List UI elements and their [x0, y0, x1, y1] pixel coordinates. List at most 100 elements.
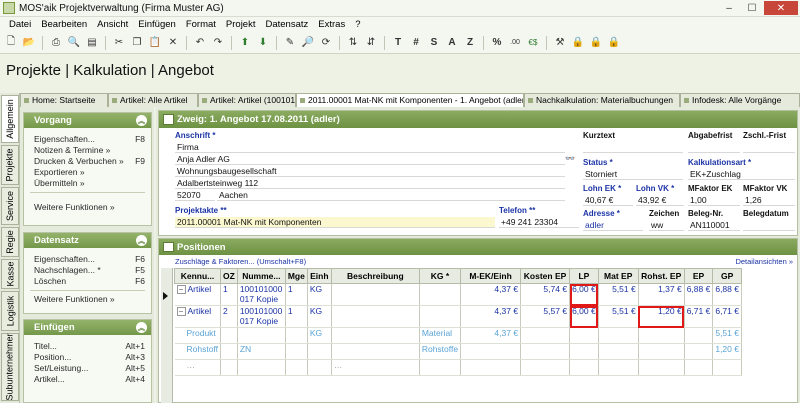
a-button[interactable]: A — [444, 35, 460, 51]
sort-desc-icon[interactable]: ⇵ — [363, 35, 379, 51]
kalkulationsart-field[interactable]: EK+Zuschlag — [688, 169, 795, 180]
cell[interactable]: 1,37 € — [638, 283, 685, 306]
number-button[interactable]: # — [408, 35, 424, 51]
kurztext-field[interactable] — [583, 142, 683, 153]
page-icon[interactable]: ▤ — [84, 35, 100, 51]
col-header[interactable]: Beschreibung — [330, 268, 420, 284]
tab-nachkalkulation[interactable]: Nachkalkulation: Materialbuchungen — [524, 93, 680, 107]
collapse-icon[interactable]: ︽ — [136, 322, 147, 333]
minimize-button[interactable]: – — [718, 1, 740, 15]
lock-blue-icon[interactable]: 🔒 — [570, 35, 586, 51]
sidebar-more-link[interactable]: Weitere Funktionen » — [24, 294, 151, 305]
table-row[interactable]: … … — [174, 359, 742, 376]
cell[interactable]: 4,37 € — [460, 283, 522, 306]
cell[interactable] — [684, 359, 714, 376]
belegnr-field[interactable]: AN110001 — [688, 220, 740, 231]
cell[interactable] — [598, 359, 639, 376]
cell[interactable]: 1 — [220, 283, 238, 306]
cell[interactable] — [638, 359, 685, 376]
cell[interactable]: … — [174, 359, 222, 376]
col-header[interactable]: Kosten EP — [520, 268, 571, 284]
arrow-down-icon[interactable]: ⬇ — [255, 35, 271, 51]
anschrift-line-1[interactable]: Firma — [175, 142, 565, 153]
sidebar-more-link[interactable]: Weitere Funktionen » — [24, 202, 151, 213]
cell-highlighted[interactable]: 6,00 € — [569, 305, 599, 328]
cell[interactable]: 4,37 € — [460, 327, 522, 344]
refresh-icon[interactable]: ⟳ — [318, 35, 334, 51]
cell[interactable]: 1 — [285, 283, 308, 306]
abgabefrist-field[interactable] — [688, 142, 740, 153]
zuschlaege-link[interactable]: Zuschläge & Faktoren... (Umschalt+F8) — [175, 257, 306, 266]
find-icon[interactable]: 🔎 — [300, 35, 316, 51]
sidebar-link[interactable]: Eigenschaften... F6 — [24, 254, 151, 265]
cell-highlighted[interactable]: 1,20 € — [638, 305, 685, 328]
cell[interactable]: 6,71 € — [712, 305, 742, 328]
cell[interactable] — [569, 359, 599, 376]
cell[interactable] — [712, 359, 742, 376]
zschl-frist-field[interactable] — [743, 142, 795, 153]
vtab-allgemein[interactable]: Allgemein — [1, 95, 19, 143]
cell[interactable] — [419, 283, 462, 306]
cell[interactable] — [285, 359, 308, 376]
menu-einfuegen[interactable]: Einfügen — [133, 19, 181, 30]
percent-button[interactable]: % — [489, 35, 505, 51]
collapse-icon[interactable]: ︽ — [136, 115, 147, 126]
cell[interactable] — [684, 343, 714, 360]
belegdatum-field[interactable] — [743, 220, 795, 231]
anschrift-line-3[interactable]: Wohnungsbaugesellschaft — [175, 166, 565, 177]
cell[interactable]: 2 — [220, 305, 238, 328]
sort-asc-icon[interactable]: ⇅ — [345, 35, 361, 51]
close-button[interactable]: ✕ — [764, 1, 798, 15]
cell[interactable]: Rohstoffe — [419, 343, 462, 360]
cell[interactable] — [569, 343, 599, 360]
copy-icon[interactable]: ❐ — [129, 35, 145, 51]
sidebar-link[interactable]: Exportieren » — [24, 167, 151, 178]
arrow-up-icon[interactable]: ⬆ — [237, 35, 253, 51]
cell[interactable]: 5,51 € — [598, 283, 639, 306]
cell[interactable] — [569, 327, 599, 344]
glasses-icon[interactable]: 👓 — [563, 153, 577, 164]
tab-artikel[interactable]: Artikel: Artikel (100101000 — [198, 93, 296, 107]
vorgang-header[interactable]: Vorgang ︽ — [24, 113, 151, 128]
status-field[interactable]: Storniert — [583, 169, 683, 180]
cell[interactable]: 5,57 € — [520, 305, 571, 328]
einfuegen-header[interactable]: Einfügen ︽ — [24, 320, 151, 335]
new-file-icon[interactable]: 🗋 — [3, 35, 19, 51]
vtab-service[interactable]: Service — [1, 187, 19, 225]
collapse-icon[interactable]: − — [176, 285, 186, 294]
col-header[interactable]: GP — [712, 268, 742, 284]
sidebar-link[interactable]: Nachschlagen... * F5 — [24, 265, 151, 276]
plz-field[interactable]: 52070 — [175, 190, 215, 201]
menu-bearbeiten[interactable]: Bearbeiten — [36, 19, 92, 30]
cell[interactable] — [638, 343, 685, 360]
cell[interactable] — [307, 343, 332, 360]
maximize-button[interactable]: ☐ — [741, 1, 763, 15]
collapse-icon[interactable]: ︽ — [136, 235, 147, 246]
redo-icon[interactable]: ↷ — [210, 35, 226, 51]
print-preview-icon[interactable]: 🔍 — [66, 35, 82, 51]
table-row[interactable]: Rohstoff ZN Rohstoffe 1,20 € — [174, 343, 742, 360]
col-header[interactable]: OZ — [220, 268, 238, 284]
cell[interactable]: 1 — [285, 305, 308, 328]
cell[interactable] — [307, 359, 332, 376]
cell[interactable] — [460, 343, 522, 360]
tools-icon[interactable]: ⚒ — [552, 35, 568, 51]
zeichen-field[interactable]: ww — [649, 220, 684, 231]
cell-highlighted[interactable]: 6,00 € — [569, 283, 599, 306]
cell[interactable] — [220, 359, 238, 376]
cell[interactable] — [460, 359, 522, 376]
anschrift-line-4[interactable]: Adalbertsteinweg 112 — [175, 178, 565, 189]
lock-yellow-icon[interactable]: 🔒 — [588, 35, 604, 51]
cell[interactable] — [419, 359, 462, 376]
decimal-icon[interactable]: .00 — [507, 35, 523, 51]
cell[interactable]: 100101000 017 Kopie — [237, 305, 286, 328]
col-header[interactable]: Mge — [284, 268, 308, 284]
tab-infodesk[interactable]: Infodesk: Alle Vorgänge — [680, 93, 800, 107]
cell[interactable]: KG — [307, 283, 332, 306]
sidebar-link[interactable]: Position... Alt+3 — [24, 352, 151, 363]
cell[interactable] — [285, 327, 308, 344]
mfaktor-vk-field[interactable]: 1,26 — [743, 195, 795, 206]
cell[interactable]: 100101000 017 Kopie — [237, 283, 286, 306]
cell[interactable]: − Artikel — [174, 305, 222, 328]
detailansichten-link[interactable]: Detailansichten » — [735, 257, 793, 266]
